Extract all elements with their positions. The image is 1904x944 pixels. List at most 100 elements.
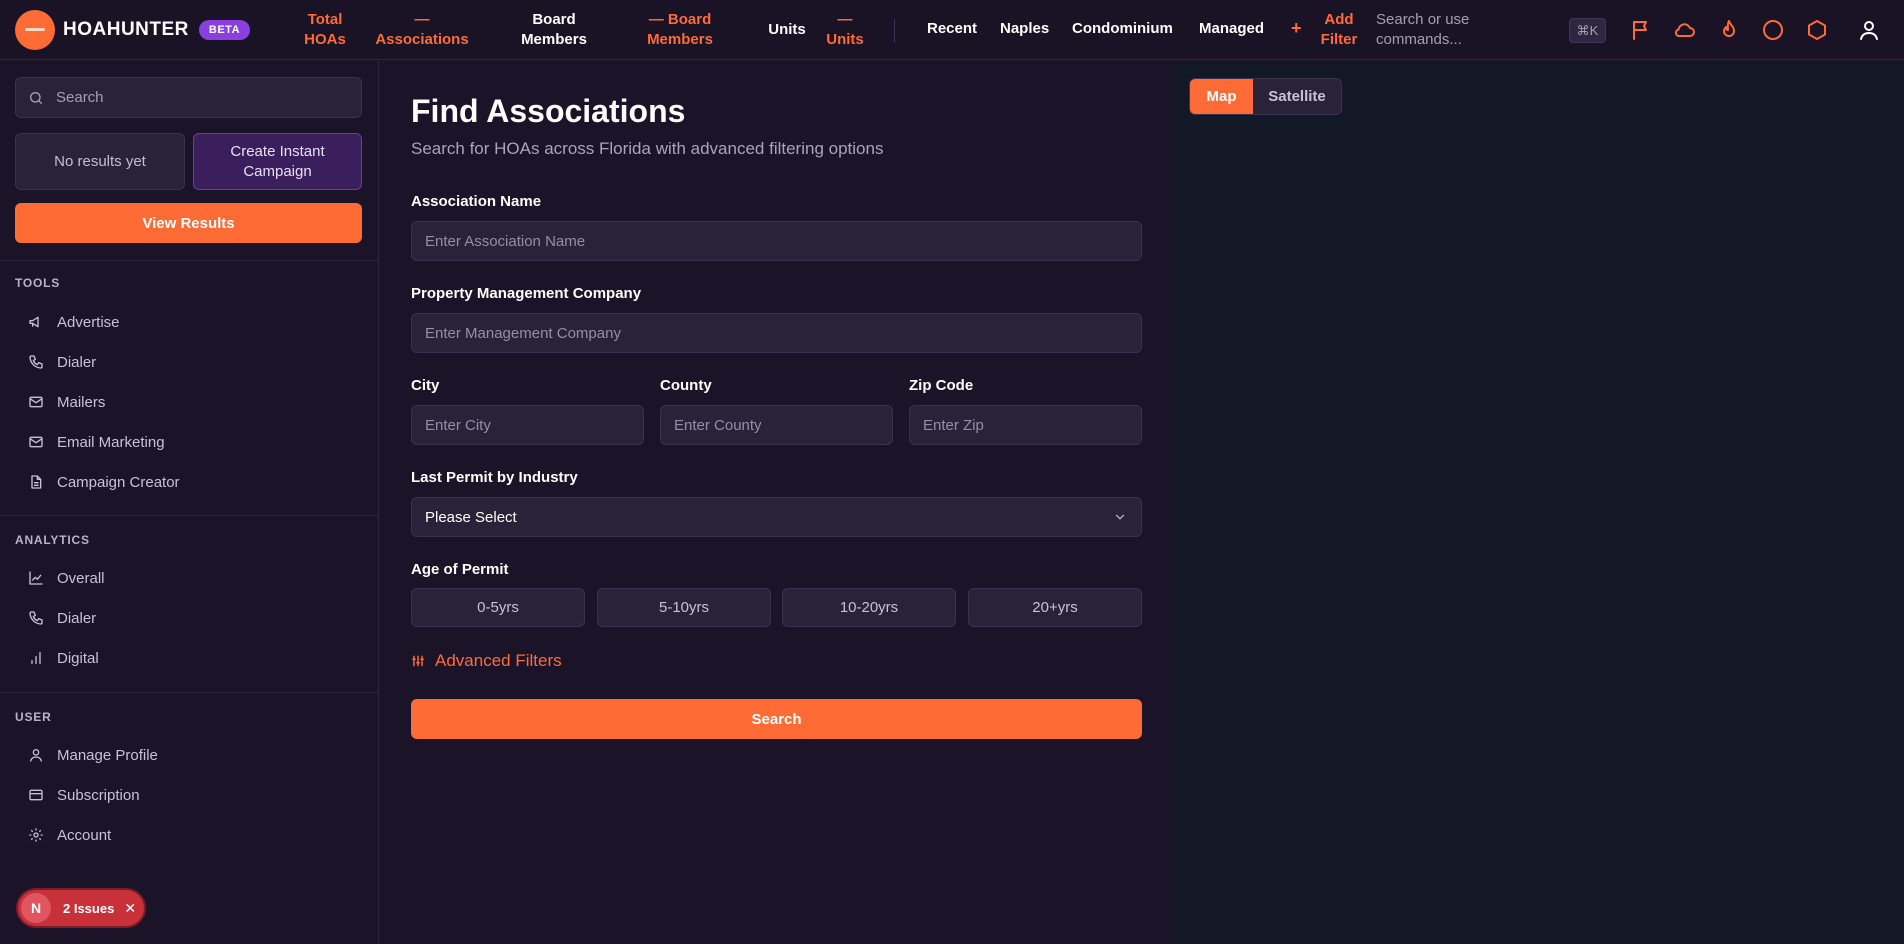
top-bar: HOAHUNTER BETA Total HOAs — Associations… [0,0,1904,60]
zip-code-label: Zip Code [909,377,974,394]
sidebar-item-analytics-dialer[interactable]: Dialer [28,606,96,630]
sidebar-item-manage-profile[interactable]: Manage Profile [28,743,158,767]
cloud-icon[interactable] [1673,18,1697,42]
stat-label: Board [532,11,576,28]
credit-card-icon [29,789,43,801]
association-name-input[interactable]: Enter Association Name [411,221,1142,261]
sidebar-divider [0,515,379,516]
page-subtitle: Search for HOAs across Florida with adva… [411,139,884,158]
sidebar-item-label: Dialer [57,609,97,627]
issues-badge[interactable]: N 2 Issues ✕ [18,890,144,926]
sidebar-item-label: Advertise [57,313,120,331]
sidebar-item-subscription[interactable]: Subscription [28,783,140,807]
stat-units-count[interactable]: — Units [820,10,870,50]
issues-logo: N [21,893,51,923]
sidebar-item-email-marketing[interactable]: Email Marketing [28,430,165,454]
sidebar: Search No results yet Create Instant Cam… [0,61,379,944]
permit-age-label: Age of Permit [411,561,509,578]
logo-icon [15,9,55,50]
sidebar-item-overall[interactable]: Overall [28,566,105,590]
sidebar-item-label: Digital [57,649,99,667]
stat-value: — [414,11,430,28]
stat-total-hoas[interactable]: Total HOAs [300,10,350,50]
permit-age-option-20-plus[interactable]: 20+yrs [968,588,1142,627]
sidebar-search-input[interactable]: Search [15,77,362,118]
button-label: Campaign [243,162,312,180]
document-icon [31,475,42,489]
circle-icon[interactable] [1761,18,1785,42]
chevron-down-icon [1115,514,1125,520]
satellite-view-button[interactable]: Satellite [1253,79,1341,114]
sidebar-item-label: Account [57,826,112,844]
map-view-button[interactable]: Map [1190,79,1253,114]
chip-recent[interactable]: Recent [927,20,977,37]
county-input[interactable]: Enter County [660,405,893,445]
plus-icon[interactable]: + [1291,18,1302,39]
close-icon[interactable]: ✕ [124,900,136,917]
megaphone-icon [29,316,39,328]
city-input[interactable]: Enter City [411,405,644,445]
section-heading-tools: TOOLS [15,276,61,290]
stat-value: — Board [648,11,712,28]
advanced-filters-toggle[interactable]: Advanced Filters [411,651,562,671]
sidebar-item-dialer[interactable]: Dialer [28,350,96,374]
flag-icon[interactable] [1629,18,1653,42]
stat-label: Members [647,31,713,48]
user-icon[interactable] [1857,18,1881,42]
sidebar-item-advertise[interactable]: Advertise [28,310,120,334]
bar-chart-icon [31,652,41,664]
permit-industry-label: Last Permit by Industry [411,469,578,486]
sidebar-item-mailers[interactable]: Mailers [28,390,105,414]
phone-icon [29,355,43,369]
sidebar-item-digital[interactable]: Digital [28,646,99,670]
sidebar-item-label: Email Marketing [57,433,165,451]
county-label: County [660,377,712,394]
no-results-indicator: No results yet [15,133,185,190]
brand-logo[interactable]: HOAHUNTER BETA [15,9,300,50]
map-panel[interactable]: Map Satellite [1173,61,1904,944]
stat-board-members-count[interactable]: — Board Members [640,10,720,50]
line-chart-icon [29,571,43,585]
shortcut-hint: ⌘K [1569,18,1606,43]
mail-icon [29,436,43,448]
view-results-button[interactable]: View Results [15,203,362,243]
add-filter-button[interactable]: Add Filter [1318,10,1360,50]
stat-associations[interactable]: — Associations [372,10,472,50]
permit-age-option-0-5[interactable]: 0-5yrs [411,588,585,627]
mail-icon [29,396,43,408]
create-instant-campaign-button[interactable]: Create Instant Campaign [193,133,362,190]
section-heading-user: USER [15,710,52,724]
management-company-label: Property Management Company [411,285,642,302]
chip-condominium[interactable]: Condominium [1072,20,1173,37]
sidebar-item-account[interactable]: Account [28,823,111,847]
search-button[interactable]: Search [411,699,1142,739]
stat-units[interactable]: Units [762,20,812,40]
button-label: Create Instant [230,142,325,160]
chip-managed[interactable]: Managed [1199,20,1264,37]
stat-board-members[interactable]: Board Members [514,10,594,50]
section-heading-analytics: ANALYTICS [15,533,90,547]
sidebar-divider [0,260,379,261]
add-filter-label: Add [1324,11,1354,28]
zip-code-input[interactable]: Enter Zip [909,405,1142,445]
permit-industry-select[interactable]: Please Select [411,497,1142,537]
search-form-panel: Find Associations Search for HOAs across… [380,61,1173,944]
stat-label: HOAs [304,31,346,48]
page-title: Find Associations [411,93,686,129]
command-search-input[interactable]: Search or use commands... [1376,10,1506,50]
flame-icon[interactable] [1717,18,1741,42]
stat-label: Units [768,21,806,38]
hexagon-icon[interactable] [1805,18,1829,42]
chip-naples[interactable]: Naples [1000,20,1049,37]
map-type-toggle: Map Satellite [1189,78,1342,115]
topbar-divider [894,19,895,43]
stat-label: Associations [375,31,469,48]
permit-age-option-5-10[interactable]: 5-10yrs [597,588,771,627]
management-company-input[interactable]: Enter Management Company [411,313,1142,353]
sidebar-item-campaign-creator[interactable]: Campaign Creator [28,470,180,494]
command-placeholder: Search or use [1376,11,1470,28]
permit-age-option-10-20[interactable]: 10-20yrs [782,588,956,627]
sliders-icon [412,655,424,667]
association-name-label: Association Name [411,193,542,210]
gear-icon [29,828,43,842]
